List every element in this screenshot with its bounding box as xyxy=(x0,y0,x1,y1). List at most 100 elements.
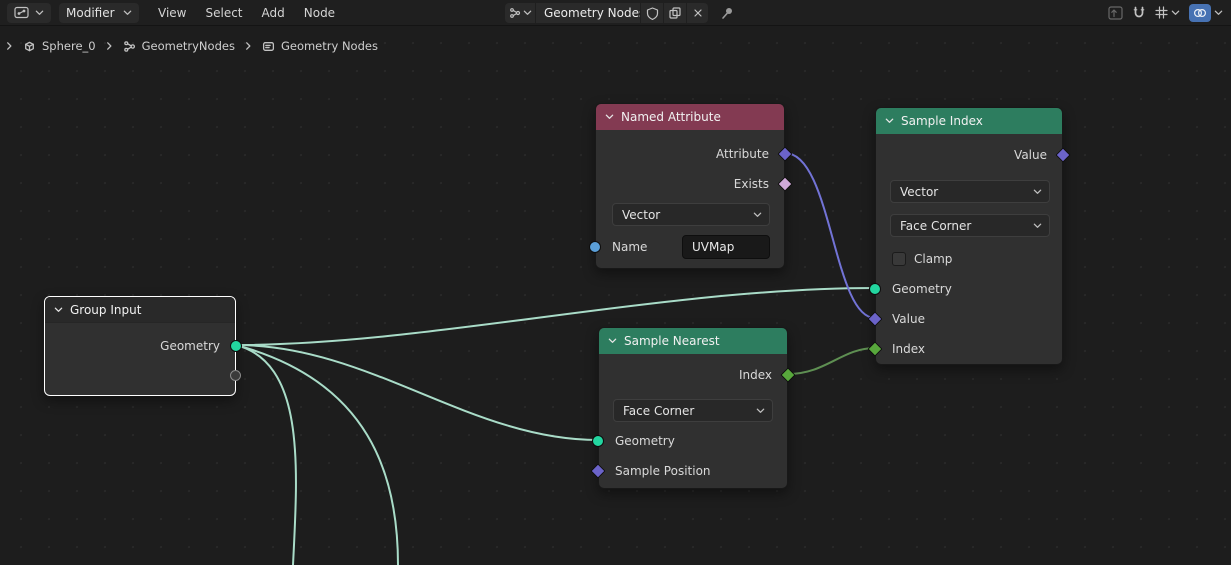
breadcrumb-object-label: Sphere_0 xyxy=(42,39,96,53)
output-row-attribute: Attribute xyxy=(596,139,784,169)
collapse-chevron-icon[interactable] xyxy=(885,118,894,124)
go-to-parent-button[interactable] xyxy=(1108,5,1123,20)
browse-node-tree-button[interactable] xyxy=(505,3,535,23)
chevron-down-icon xyxy=(1171,10,1180,15)
node-header[interactable]: Sample Nearest xyxy=(599,328,787,354)
name-input-value: UVMap xyxy=(692,240,735,254)
chevron-right-icon xyxy=(106,42,112,50)
node-group-input[interactable]: Group Input Geometry xyxy=(44,296,242,396)
data-type-dropdown[interactable]: Vector xyxy=(890,180,1050,203)
menu-bar: View Select Add Node xyxy=(158,6,335,20)
snap-mode-dropdown[interactable] xyxy=(1171,10,1180,16)
input-label: Value xyxy=(892,312,925,326)
snap-mode-button[interactable] xyxy=(1155,6,1168,19)
duplicate-icon xyxy=(669,7,681,19)
output-row-value: Value xyxy=(876,140,1062,170)
parent-tree-icon xyxy=(1108,5,1123,20)
clamp-checkbox[interactable] xyxy=(892,252,906,266)
editor-type-button[interactable] xyxy=(7,2,51,23)
node-sample-index[interactable]: Sample Index Value Vector Face Corner Cl… xyxy=(867,107,1071,365)
node-header[interactable]: Named Attribute xyxy=(596,104,784,130)
menu-view[interactable]: View xyxy=(158,6,186,20)
output-row-exists: Exists xyxy=(596,169,784,199)
wire-attribute-to-value xyxy=(784,152,876,319)
node-editor-icon xyxy=(14,6,29,19)
input-label: Name xyxy=(612,240,648,254)
wire-index-to-index xyxy=(787,347,876,375)
collapse-chevron-icon[interactable] xyxy=(54,307,63,313)
input-row-geometry: Geometry xyxy=(876,274,1062,304)
unlink-button[interactable] xyxy=(687,3,708,23)
node-named-attribute[interactable]: Named Attribute Attribute Exists Vector … xyxy=(589,103,793,269)
node-header[interactable]: Sample Index xyxy=(876,108,1062,134)
output-label: Exists xyxy=(733,177,769,191)
wire-geometry-to-sample-nearest xyxy=(235,344,599,441)
socket-name-input[interactable] xyxy=(589,241,601,253)
chevron-down-icon xyxy=(1033,223,1042,228)
breadcrumb: Sphere_0 GeometryNodes Geometry Nodes xyxy=(5,39,378,53)
input-label: Geometry xyxy=(892,282,952,296)
node-title: Sample Index xyxy=(901,114,983,128)
socket-geometry-input[interactable] xyxy=(592,435,604,447)
grid-icon xyxy=(1155,6,1168,19)
close-icon xyxy=(693,9,702,17)
collapse-chevron-icon[interactable] xyxy=(605,114,614,120)
input-row-geometry: Geometry xyxy=(599,426,787,456)
overlays-dropdown[interactable] xyxy=(1214,10,1223,16)
header-left-group: Modifier View Select Add Node xyxy=(0,2,335,23)
chevron-down-icon xyxy=(35,10,44,15)
node-header[interactable]: Group Input xyxy=(45,297,235,323)
object-cube-icon xyxy=(25,41,34,51)
chevron-down-icon xyxy=(753,212,762,217)
output-label: Geometry xyxy=(160,339,220,353)
tree-name-field[interactable]: Geometry Nodes xyxy=(536,3,640,23)
input-row-value: Value xyxy=(876,304,1062,334)
menu-add[interactable]: Add xyxy=(262,6,285,20)
input-label: Sample Position xyxy=(615,464,711,478)
socket-geometry-output[interactable] xyxy=(230,340,242,352)
node-title: Sample Nearest xyxy=(624,334,720,348)
fake-user-button[interactable] xyxy=(641,3,663,23)
mode-dropdown[interactable]: Modifier xyxy=(59,2,139,23)
chevron-right-icon xyxy=(7,42,12,50)
overlays-toggle-button[interactable] xyxy=(1189,3,1211,22)
snap-mode-group xyxy=(1155,6,1180,19)
menu-select[interactable]: Select xyxy=(205,6,242,20)
domain-dropdown[interactable]: Face Corner xyxy=(613,399,773,422)
node-sample-nearest[interactable]: Sample Nearest Index Face Corner Geometr… xyxy=(590,327,796,489)
output-label: Value xyxy=(1014,148,1047,162)
data-type-value: Vector xyxy=(900,184,939,199)
pin-icon xyxy=(722,8,732,19)
breadcrumb-object: Sphere_0 xyxy=(23,39,96,53)
chevron-down-icon xyxy=(1214,10,1223,15)
output-row-index: Index xyxy=(599,360,787,390)
node-title: Named Attribute xyxy=(621,110,721,124)
new-datablock-button[interactable] xyxy=(664,3,686,23)
menu-node[interactable]: Node xyxy=(304,6,335,20)
node-icon xyxy=(262,41,274,51)
input-label: Geometry xyxy=(615,434,675,448)
snap-toggle-button[interactable] xyxy=(1132,6,1146,19)
breadcrumb-modifier: GeometryNodes xyxy=(123,39,235,53)
breadcrumb-node-tree: Geometry Nodes xyxy=(262,39,378,53)
chevron-down-icon xyxy=(123,10,132,15)
overlays-icon xyxy=(1193,8,1207,17)
name-input[interactable]: UVMap xyxy=(682,235,770,259)
pin-button[interactable] xyxy=(720,6,734,20)
chevron-down-icon xyxy=(1033,189,1042,194)
input-row-sample-position: Sample Position xyxy=(599,456,787,486)
node-tree-icon xyxy=(123,40,135,52)
node-tree-icon xyxy=(509,8,520,18)
output-label: Index xyxy=(738,368,772,382)
collapse-chevron-icon[interactable] xyxy=(608,338,617,344)
domain-dropdown[interactable]: Face Corner xyxy=(890,214,1050,237)
breadcrumb-modifier-label: GeometryNodes xyxy=(141,39,235,53)
datablock-selector: Geometry Nodes xyxy=(505,3,734,23)
socket-geometry-input[interactable] xyxy=(869,283,881,295)
data-type-dropdown[interactable]: Vector xyxy=(612,203,770,226)
chevron-right-icon xyxy=(246,42,251,50)
chevron-down-icon xyxy=(756,408,765,413)
magnet-icon xyxy=(1133,6,1145,18)
node-editor-canvas[interactable]: Sphere_0 GeometryNodes Geometry Nodes Na… xyxy=(0,26,1231,565)
socket-virtual-output[interactable] xyxy=(230,370,241,381)
